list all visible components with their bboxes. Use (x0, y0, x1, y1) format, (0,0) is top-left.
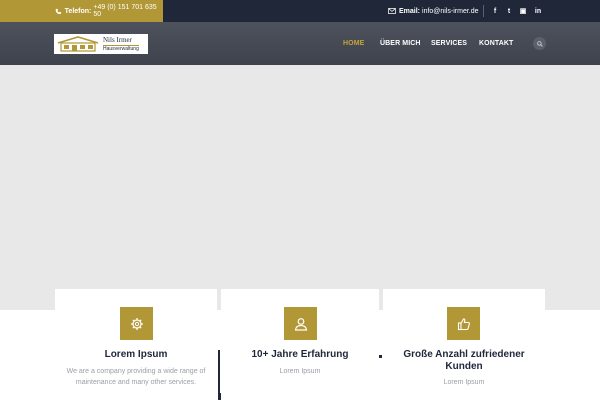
feature-title: Lorem Ipsum (104, 349, 168, 360)
house-logo-icon (57, 36, 99, 52)
logo-name: Nils Irmer (103, 35, 132, 44)
thumbs-up-icon (457, 317, 470, 330)
gear-icon (130, 317, 143, 330)
feature-title: Große Anzahl zufriedener (403, 349, 525, 360)
feature-title: Kunden (445, 361, 483, 372)
twitter-icon[interactable]: t (504, 0, 514, 22)
search-button[interactable] (533, 37, 546, 50)
divider (483, 5, 484, 17)
site-logo[interactable]: Nils Irmer Hausverwaltung (54, 34, 148, 54)
feature-card: Große Anzahl zufriedener Kunden Lorem Ip… (383, 289, 545, 400)
user-icon (294, 317, 307, 331)
feature-icon-box (284, 307, 317, 340)
feature-icon-box (120, 307, 153, 340)
nav-item-ueber-mich[interactable]: ÜBER MICH (380, 22, 421, 65)
feature-card: Lorem Ipsum We are a company providing a… (55, 289, 217, 400)
feature-text: maintenance and many other services. (75, 379, 197, 386)
feature-title: 10+ Jahre Erfahrung (251, 349, 349, 360)
email-value: info@nils-irmer.de (422, 7, 479, 15)
flickr-icon[interactable]: ▣ (518, 0, 528, 22)
phone-icon (55, 8, 62, 14)
envelope-icon (388, 8, 396, 14)
feature-text: Lorem Ipsum (279, 368, 321, 375)
top-bar: Telefon: +49 (0) 151 701 635 50 Email: i… (0, 0, 600, 22)
feature-text: Lorem Ipsum (443, 379, 485, 386)
linkedin-icon[interactable]: in (533, 0, 543, 22)
email-label: Email: (399, 7, 421, 15)
logo-subtitle: Hausverwaltung (103, 44, 139, 52)
hero-banner (0, 65, 600, 310)
decorative-dot (379, 355, 382, 358)
feature-icon-box (447, 307, 480, 340)
main-navbar: Nils Irmer Hausverwaltung HOME ÜBER MICH… (0, 22, 600, 65)
nav-item-kontakt[interactable]: KONTAKT (479, 22, 513, 65)
phone-label: Telefon: (64, 7, 92, 15)
nav-item-home[interactable]: HOME (343, 22, 364, 65)
phone-contact[interactable]: Telefon: +49 (0) 151 701 635 50 (0, 0, 163, 22)
search-icon (536, 40, 543, 47)
logo-text: Nils Irmer Hausverwaltung (103, 35, 139, 52)
facebook-icon[interactable]: f (490, 0, 500, 22)
phone-value: +49 (0) 151 701 635 50 (93, 4, 157, 18)
email-contact[interactable]: Email: info@nils-irmer.de (388, 0, 479, 22)
nav-item-services[interactable]: SERVICES (431, 22, 467, 65)
feature-card: 10+ Jahre Erfahrung Lorem Ipsum (221, 289, 379, 400)
